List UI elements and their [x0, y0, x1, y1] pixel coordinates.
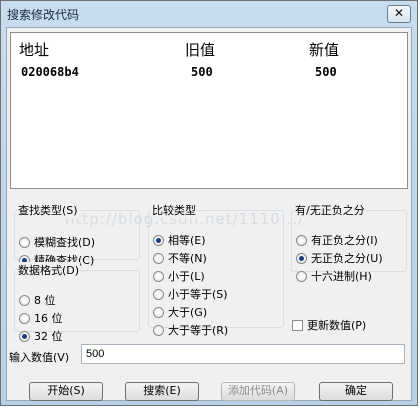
radio-icon [19, 312, 30, 324]
radio-signed[interactable]: 有正负之分(I) [296, 232, 378, 248]
radio-label: 无正负之分(U) [311, 252, 383, 265]
radio-less-equal[interactable]: 小于等于(S) [153, 286, 228, 302]
search-type-legend: 查找类型(S) [17, 202, 79, 218]
radio-unsigned[interactable]: 无正负之分(U) [296, 250, 383, 266]
radio-fuzzy-search[interactable]: 模糊查找(D) [19, 234, 95, 250]
radio-16-bit[interactable]: 16 位 [19, 310, 63, 326]
checkbox-icon [292, 319, 303, 331]
radio-hexadecimal[interactable]: 十六进制(H) [296, 268, 372, 284]
radio-icon [296, 252, 307, 264]
radio-icon [153, 270, 164, 282]
radio-equal[interactable]: 相等(E) [153, 232, 206, 248]
radio-icon [19, 330, 30, 342]
row-new-value: 500 [315, 65, 337, 79]
radio-icon [19, 236, 30, 248]
radio-label: 小于(L) [168, 270, 205, 283]
radio-icon [153, 234, 164, 246]
radio-label: 模糊查找(D) [34, 236, 96, 249]
radio-label: 大于等于(R) [168, 324, 229, 337]
radio-label: 有正负之分(I) [311, 234, 378, 247]
radio-icon [153, 288, 164, 300]
table-row[interactable]: 020068b4 500 500 [11, 65, 407, 81]
dialog-client: 地址 旧值 新值 020068b4 500 500 http://blog.cs… [6, 27, 412, 401]
data-format-legend: 数据格式(D) [17, 262, 81, 278]
compare-type-legend: 比较类型 [151, 202, 197, 218]
column-header-new-value[interactable]: 新值 [309, 39, 339, 60]
update-value-checkbox[interactable]: 更新数值(P) [292, 317, 366, 333]
radio-8-bit[interactable]: 8 位 [19, 292, 56, 308]
start-button[interactable]: 开始(S) [29, 382, 103, 401]
list-header: 地址 旧值 新值 [11, 33, 407, 61]
radio-label: 相等(E) [168, 234, 206, 247]
radio-icon [296, 270, 307, 282]
window-title: 搜索修改代码 [7, 8, 80, 22]
radio-label: 十六进制(H) [311, 270, 372, 283]
radio-icon [153, 252, 164, 264]
radio-not-equal[interactable]: 不等(N) [153, 250, 207, 266]
radio-icon [153, 324, 164, 336]
search-button[interactable]: 搜索(E) [125, 382, 199, 401]
radio-greater-than[interactable]: 大于(G) [153, 304, 207, 320]
checkbox-label: 更新数值(P) [307, 319, 367, 332]
radio-label: 不等(N) [168, 252, 207, 265]
value-input[interactable] [81, 344, 405, 364]
data-format-group: 数据格式(D) 8 位 16 位 32 位 [14, 262, 140, 343]
search-type-group: 查找类型(S) 模糊查找(D) 精确查找(C) [14, 202, 140, 267]
title-bar[interactable]: 搜索修改代码 ✕ [1, 1, 417, 27]
radio-label: 小于等于(S) [168, 288, 228, 301]
dialog-window: 搜索修改代码 ✕ 地址 旧值 新值 020068b4 500 500 http:… [0, 0, 418, 406]
add-code-button[interactable]: 添加代码(A) [221, 382, 295, 401]
radio-greater-equal[interactable]: 大于等于(R) [153, 322, 228, 338]
radio-less-than[interactable]: 小于(L) [153, 268, 205, 284]
radio-icon [153, 306, 164, 318]
radio-label: 大于(G) [168, 306, 208, 319]
close-button[interactable]: ✕ [387, 5, 411, 23]
column-header-address[interactable]: 地址 [19, 39, 49, 60]
radio-label: 32 位 [34, 330, 63, 343]
radio-icon [296, 234, 307, 246]
row-old-value: 500 [191, 65, 213, 79]
column-header-old-value[interactable]: 旧值 [185, 39, 215, 60]
radio-label: 16 位 [34, 312, 63, 325]
input-value-label: 输入数值(V) [9, 351, 70, 364]
sign-type-legend: 有/无正负之分 [294, 202, 366, 218]
close-icon: ✕ [393, 6, 405, 20]
ok-button[interactable]: 确定 [319, 382, 393, 401]
radio-label: 8 位 [34, 294, 56, 307]
row-address: 020068b4 [21, 65, 79, 79]
radio-icon [19, 294, 30, 306]
radio-32-bit[interactable]: 32 位 [19, 328, 63, 344]
results-list[interactable]: 地址 旧值 新值 020068b4 500 500 [10, 32, 408, 189]
compare-type-group: 比较类型 相等(E) 不等(N) 小于(L) 小于等于(S) 大于(G) 大于等… [148, 202, 284, 337]
sign-type-group: 有/无正负之分 有正负之分(I) 无正负之分(U) 十六进制(H) [291, 202, 407, 283]
